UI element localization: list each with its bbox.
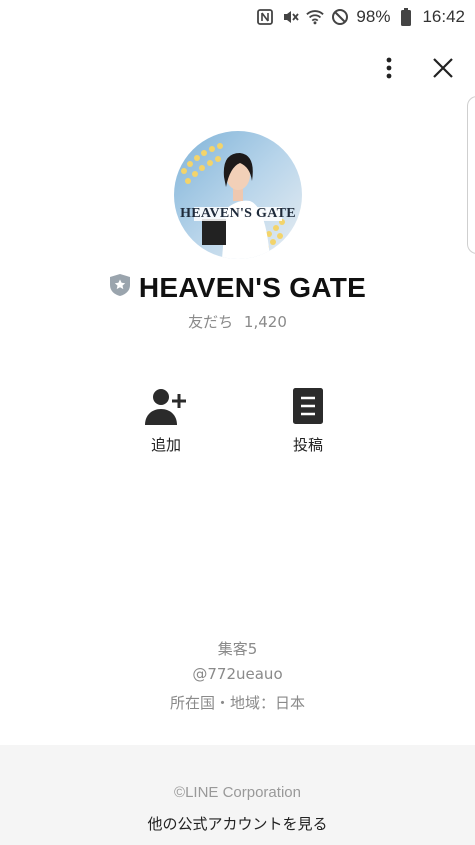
battery-icon — [397, 8, 415, 26]
avatar-logo-text: HEAVEN'S GATE — [180, 206, 296, 221]
vibrate-mute-icon — [281, 8, 300, 26]
account-id: @772ueauo — [192, 665, 283, 683]
shield-star-icon — [109, 273, 131, 297]
posts-label: 投稿 — [292, 436, 323, 454]
wifi-icon — [306, 8, 325, 26]
add-friend-button[interactable]: 追加 — [121, 388, 211, 455]
battery-percent: 98% — [356, 7, 391, 26]
clock: 16:42 — [422, 7, 465, 26]
close-button[interactable] — [427, 54, 459, 86]
close-icon — [432, 57, 454, 83]
add-user-icon — [145, 387, 187, 429]
posts-button[interactable]: 投稿 — [263, 388, 353, 455]
profile-name-row: HEAVEN'S GATE — [0, 272, 475, 304]
footer: ©LINE Corporation 他の公式アカウントを見る — [0, 745, 475, 845]
profile-name: HEAVEN'S GATE — [138, 272, 367, 303]
more-options-button[interactable] — [373, 54, 405, 86]
copyright: ©LINE Corporation — [174, 784, 301, 801]
more-vertical-icon — [386, 57, 392, 83]
friends-label: 友だち — [188, 313, 234, 331]
friends-count: 1,420 — [243, 313, 287, 331]
status-bar: 98% 16:42 — [0, 0, 475, 34]
status-icons: 98% 16:42 — [256, 6, 465, 28]
posts-icon — [293, 388, 323, 428]
account-display-name: 集客5 — [217, 640, 258, 658]
account-region: 所在国・地域：日本 — [169, 694, 305, 712]
do-not-disturb-icon — [331, 8, 349, 26]
other-accounts-link[interactable]: 他の公式アカウントを見る — [0, 813, 475, 834]
profile-avatar[interactable]: HEAVEN'S GATE — [174, 131, 302, 259]
friends-count-row: 友だち 1,420 — [0, 311, 475, 332]
add-friend-label: 追加 — [150, 436, 181, 454]
edge-panel-handle[interactable] — [467, 96, 475, 254]
nfc-icon — [256, 8, 274, 26]
